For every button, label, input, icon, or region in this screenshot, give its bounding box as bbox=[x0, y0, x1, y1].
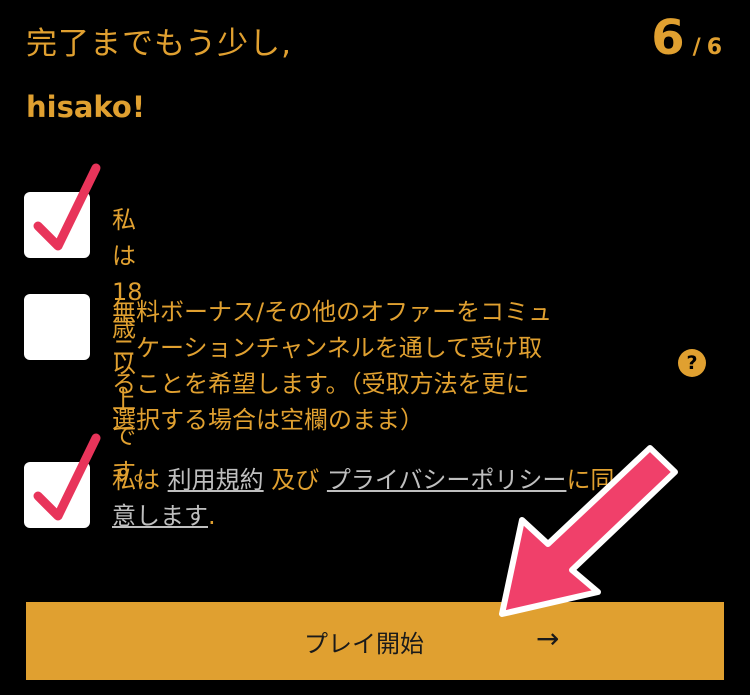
terms-period: . bbox=[208, 502, 216, 530]
step-separator: / bbox=[692, 35, 701, 60]
page-title: 完了までもう少し, bbox=[26, 26, 292, 62]
terms-text-before: 私は bbox=[112, 466, 168, 494]
arrow-right-icon: → bbox=[536, 622, 560, 655]
help-icon[interactable]: ? bbox=[678, 349, 706, 377]
age-confirm-checkbox[interactable] bbox=[24, 163, 101, 258]
step-indicator: 6/6 bbox=[651, 10, 722, 66]
terms-label: 私は 利用規約 及び プライバシーポリシーに同意します. bbox=[112, 462, 732, 534]
checkmark-icon bbox=[33, 163, 101, 251]
privacy-policy-link[interactable]: プライバシーポリシー bbox=[327, 466, 567, 494]
terms-of-use-link[interactable]: 利用規約 bbox=[168, 466, 264, 494]
username-greeting: hisako! bbox=[26, 90, 146, 124]
step-total: 6 bbox=[706, 35, 722, 60]
play-start-label: プレイ開始 bbox=[304, 630, 424, 658]
play-start-button[interactable]: プレイ開始 → bbox=[26, 602, 724, 680]
marketing-optin-label: 無料ボーナス/その他のオファーをコミュ ニケーションチャンネルを通して受け取 る… bbox=[112, 298, 553, 434]
terms-agree-text: 意します bbox=[112, 502, 208, 530]
terms-text-middle: 及び bbox=[263, 466, 327, 494]
step-current: 6 bbox=[651, 10, 685, 66]
terms-checkbox[interactable] bbox=[24, 433, 101, 528]
terms-text-after: に同 bbox=[566, 466, 615, 494]
checkmark-icon bbox=[33, 433, 101, 521]
marketing-optin-checkbox[interactable] bbox=[24, 294, 90, 360]
